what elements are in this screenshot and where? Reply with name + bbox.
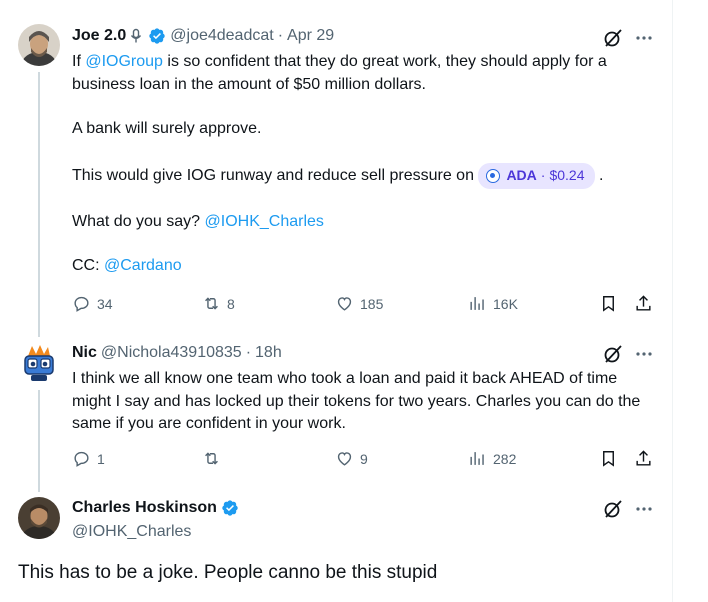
reply-button[interactable]: 1 (72, 449, 105, 468)
views-button[interactable]: 16K (468, 294, 518, 313)
view-count: 282 (493, 450, 517, 467)
share-button[interactable] (634, 449, 653, 468)
repost-icon (205, 297, 218, 310)
reply-count: 1 (97, 450, 105, 467)
tweet-actions: 1 9 282 (72, 449, 662, 471)
paragraph: A bank will surely approve. (72, 120, 262, 137)
tweet-header: Joe 2.0 @joe4deadcat · Apr 29 (72, 27, 334, 45)
reply-icon (74, 296, 89, 312)
microphone-icon (131, 28, 142, 43)
avatar[interactable] (18, 24, 60, 66)
cashtag-separator: · (540, 167, 546, 184)
text: CC: (72, 257, 104, 274)
avatar[interactable] (18, 497, 60, 539)
bookmark-icon (603, 451, 614, 467)
separator: · (277, 27, 284, 44)
more-options-icon[interactable] (633, 343, 655, 365)
like-button[interactable]: 9 (335, 449, 368, 468)
author-name[interactable]: Charles Hoskinson (72, 499, 217, 517)
repost-button[interactable] (202, 449, 227, 468)
bookmark-button[interactable] (599, 294, 618, 313)
text: If (72, 53, 86, 70)
author-name[interactable]: Nic (72, 344, 97, 362)
timestamp[interactable]: Apr 29 (287, 27, 334, 45)
heart-icon (337, 452, 352, 466)
paragraph: What do you say? @IOHK_Charles (72, 211, 652, 234)
mention-link[interactable]: @Cardano (104, 257, 182, 274)
avatar[interactable] (18, 342, 60, 384)
view-count: 16K (493, 295, 518, 312)
cashtag-symbol: ADA (506, 167, 537, 184)
share-icon (636, 450, 651, 466)
tweet-actions: 34 8 185 16K (72, 294, 662, 316)
cardano-coin-icon (486, 168, 501, 183)
author-name[interactable]: Joe 2.0 (72, 27, 126, 45)
reply-button[interactable]: 34 (72, 294, 113, 313)
tweet-text: If @IOGroup is so confident that they do… (72, 51, 652, 278)
author-handle[interactable]: @joe4deadcat (170, 27, 273, 45)
text: What do you say? (72, 212, 205, 230)
cashtag-ada[interactable]: ADA · $0.24 (478, 162, 595, 189)
reply-icon (74, 451, 89, 467)
tweet-handle-row: @IOHK_Charles (72, 523, 191, 541)
grok-icon[interactable] (602, 27, 624, 49)
author-handle[interactable]: @IOHK_Charles (72, 523, 191, 541)
author-handle[interactable]: @Nichola43910835 (101, 344, 242, 362)
timestamp[interactable]: 18h (255, 344, 282, 362)
repost-count: 8 (227, 295, 235, 312)
grok-icon[interactable] (602, 498, 624, 520)
column-border (672, 0, 673, 602)
reply-count: 34 (97, 295, 113, 312)
verified-badge-icon (149, 28, 165, 44)
bookmark-icon (603, 296, 614, 312)
more-options-icon[interactable] (633, 498, 655, 520)
like-count: 9 (360, 450, 368, 467)
like-count: 185 (360, 295, 384, 312)
like-button[interactable]: 185 (335, 294, 383, 313)
main-tweet-text: This has to be a joke. People canno be t… (18, 562, 438, 583)
bookmark-button[interactable] (599, 449, 618, 468)
views-chart-icon (470, 452, 484, 465)
text: This would give IOG runway and reduce se… (72, 166, 474, 184)
mention-link[interactable]: @IOGroup (85, 53, 163, 70)
thread-line (38, 72, 40, 337)
text: . (598, 166, 604, 184)
repost-button[interactable]: 8 (202, 294, 235, 313)
separator: · (245, 344, 252, 361)
views-chart-icon (470, 297, 484, 310)
repost-icon (205, 452, 218, 465)
share-icon (636, 295, 651, 311)
thread-line (38, 390, 40, 492)
views-button[interactable]: 282 (468, 449, 516, 468)
paragraph: CC: @Cardano (72, 255, 652, 278)
tweet-header: Charles Hoskinson (72, 499, 239, 517)
mention-link[interactable]: @IOHK_Charles (205, 213, 324, 230)
grok-icon[interactable] (602, 343, 624, 365)
share-button[interactable] (634, 294, 653, 313)
paragraph: This would give IOG runway and reduce se… (72, 162, 652, 189)
heart-icon (337, 297, 352, 311)
verified-badge-icon (222, 500, 238, 516)
cashtag-price: $0.24 (549, 167, 585, 184)
tweet-header: Nic @Nichola43910835 · 18h (72, 344, 282, 362)
more-options-icon[interactable] (633, 27, 655, 49)
tweet-text: I think we all know one team who took a … (72, 370, 641, 432)
paragraph: If @IOGroup is so confident that they do… (72, 51, 652, 96)
